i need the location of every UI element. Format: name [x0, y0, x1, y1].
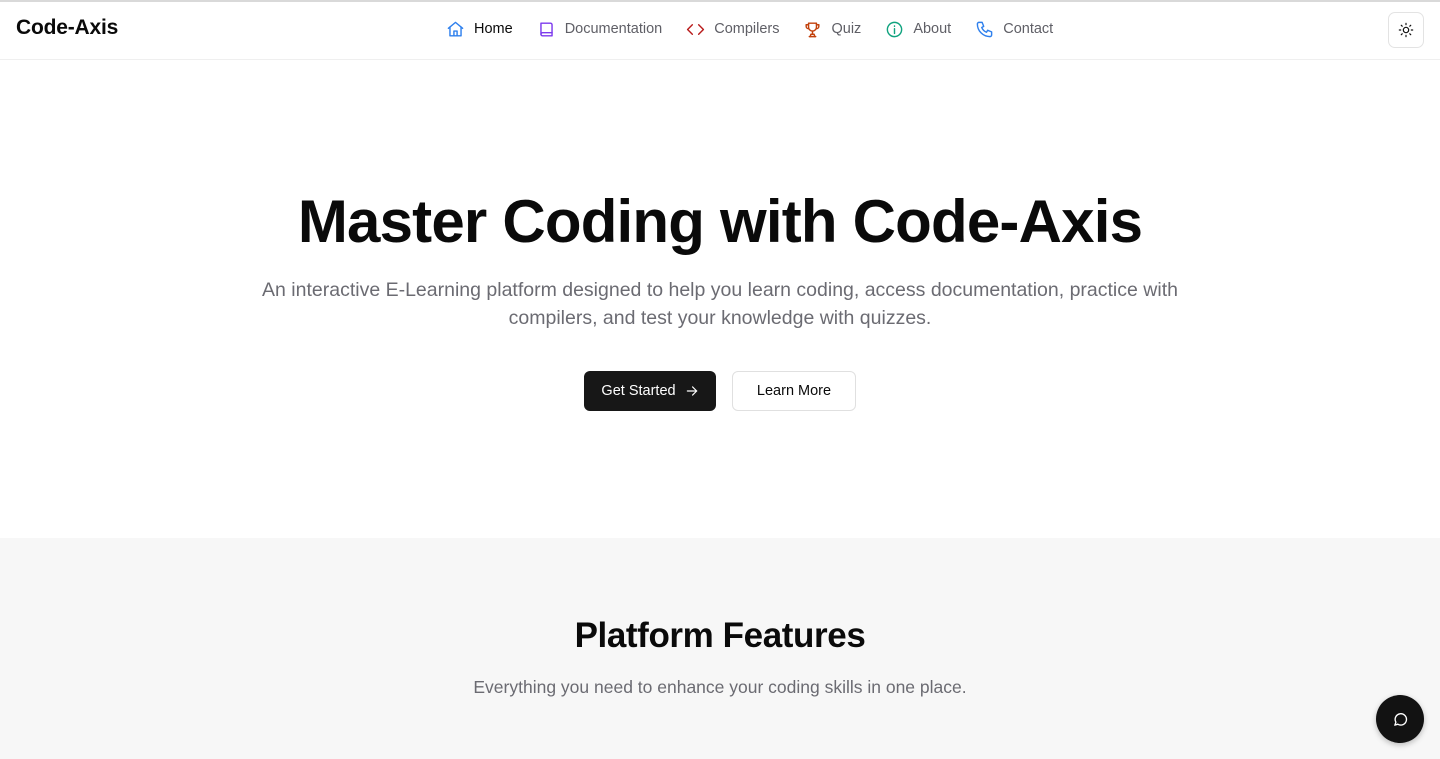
get-started-button[interactable]: Get Started: [584, 371, 716, 411]
arrow-right-icon: [686, 386, 697, 396]
navbar: Code-Axis Home Documentation Compilers Q…: [0, 2, 1440, 60]
features-title: Platform Features: [574, 616, 866, 655]
chat-bubble-icon: [1392, 711, 1409, 728]
nav-item-about[interactable]: About: [885, 20, 951, 39]
nav-item-label: Contact: [1003, 21, 1054, 37]
info-icon: [885, 20, 904, 39]
features-subtitle: Everything you need to enhance your codi…: [473, 677, 967, 697]
features-section: Platform Features Everything you need to…: [0, 538, 1440, 759]
get-started-label: Get Started: [601, 383, 676, 399]
hero-section: Master Coding with Code-Axis An interact…: [0, 60, 1440, 538]
nav-item-contact[interactable]: Contact: [975, 20, 1053, 39]
phone-icon: [975, 20, 994, 39]
hero-subtitle: An interactive E-Learning platform desig…: [262, 279, 1178, 329]
book-icon: [537, 20, 556, 39]
learn-more-label: Learn More: [756, 383, 832, 399]
hero-actions: Get Started Learn More: [584, 371, 856, 411]
chat-button[interactable]: [1376, 695, 1424, 743]
brand-logo[interactable]: Code-Axis: [16, 16, 118, 40]
nav-item-compilers[interactable]: Compilers: [686, 20, 779, 39]
nav-item-documentation[interactable]: Documentation: [537, 20, 663, 39]
nav-item-quiz[interactable]: Quiz: [803, 20, 861, 39]
nav-item-home[interactable]: Home: [446, 20, 513, 39]
trophy-icon: [803, 20, 822, 39]
theme-toggle-button[interactable]: [1388, 12, 1424, 48]
sun-icon: [1398, 22, 1414, 38]
nav-item-label: About: [913, 21, 952, 37]
hero-title: Master Coding with Code-Axis: [297, 188, 1143, 255]
nav-item-label: Quiz: [831, 21, 862, 37]
nav-item-label: Home: [474, 21, 513, 37]
nav-item-label: Compilers: [714, 21, 780, 37]
code-icon: [686, 20, 705, 39]
nav-item-label: Documentation: [564, 21, 663, 37]
main-nav: Home Documentation Compilers Quiz About: [446, 18, 1053, 40]
learn-more-button[interactable]: Learn More: [732, 371, 856, 411]
home-icon: [446, 20, 465, 39]
